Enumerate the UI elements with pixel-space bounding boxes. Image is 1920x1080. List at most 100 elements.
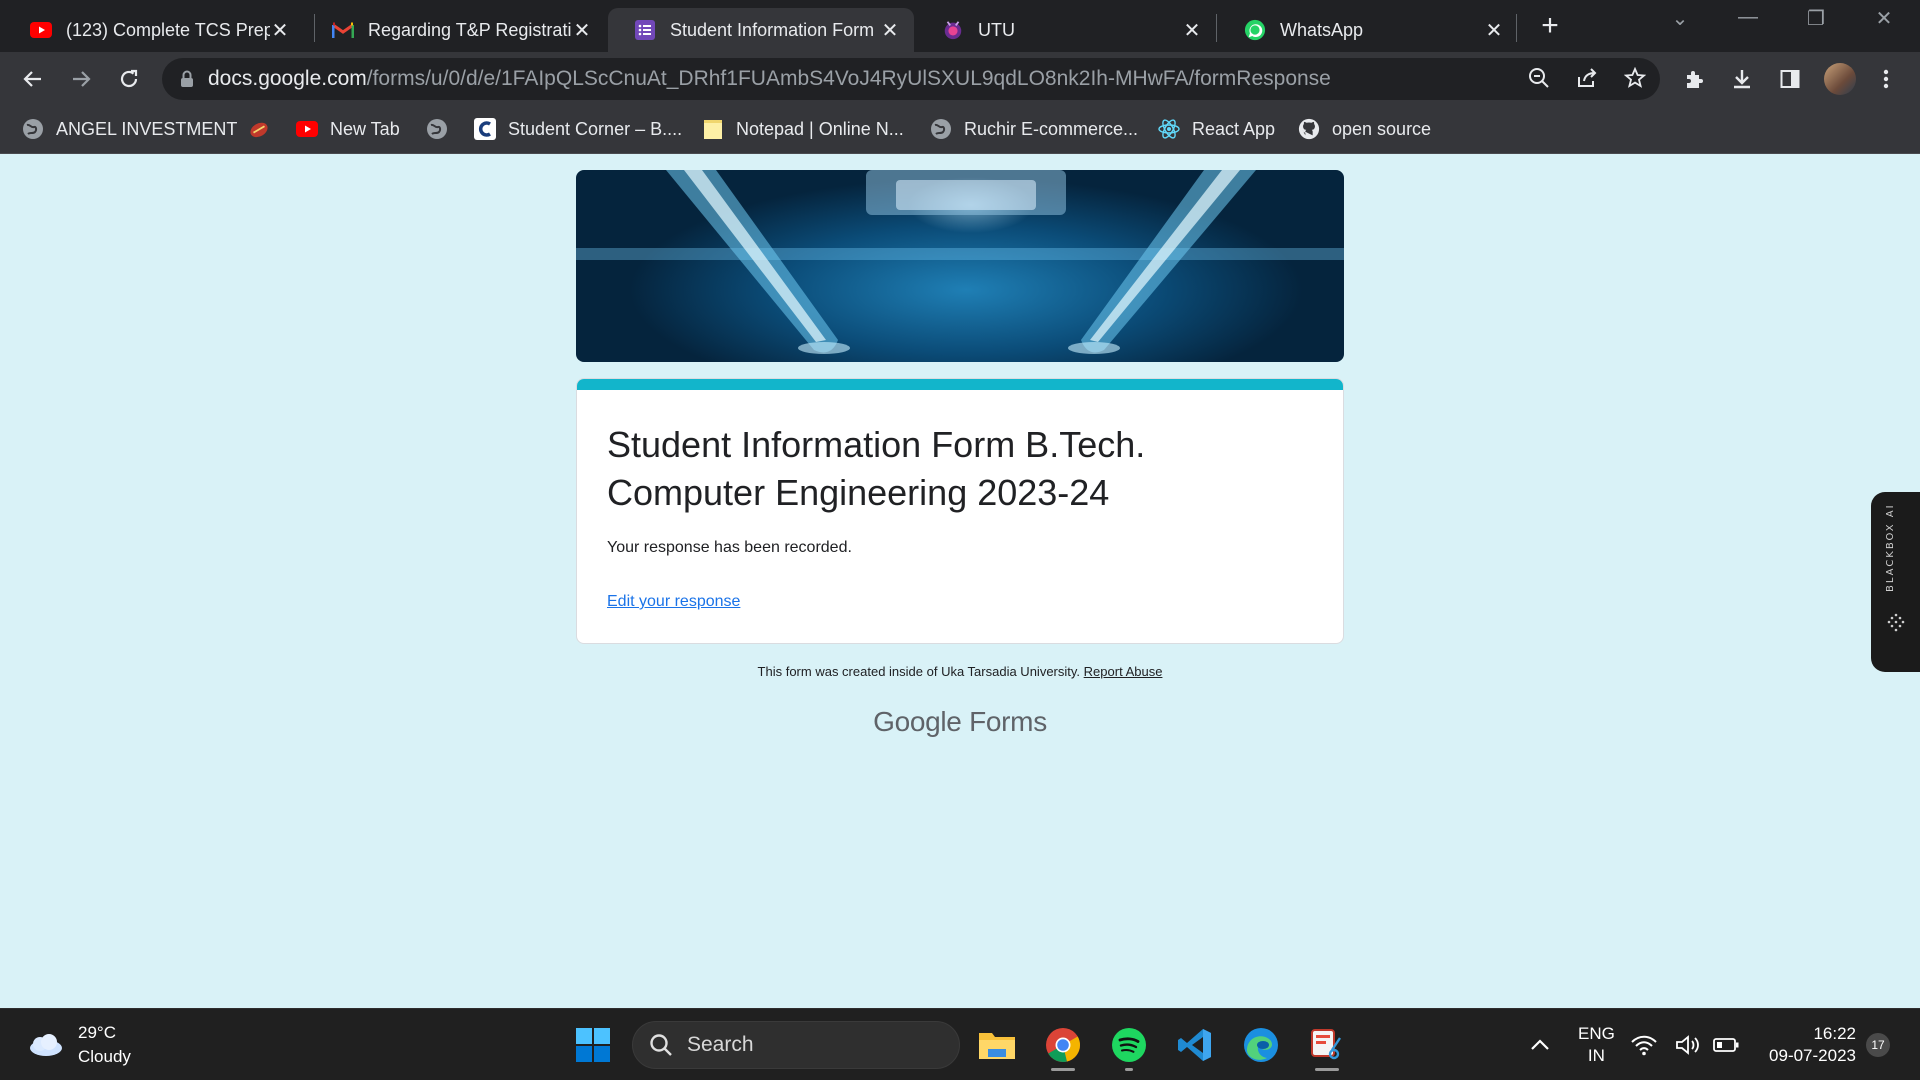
- footer-note-text: This form was created inside of Uka Tars…: [757, 664, 1081, 679]
- back-button[interactable]: [16, 62, 50, 96]
- weather-description: Cloudy: [78, 1047, 131, 1066]
- tab-title: WhatsApp: [1280, 19, 1364, 40]
- bookmark-react-app[interactable]: React App: [1158, 114, 1275, 144]
- minimize-icon[interactable]: —: [1728, 6, 1768, 29]
- search-icon: [650, 1034, 672, 1056]
- chrome-icon[interactable]: [1039, 1021, 1087, 1071]
- notification-count-badge[interactable]: 17: [1866, 1033, 1890, 1057]
- youtube-icon: [296, 118, 318, 140]
- url-text: docs.google.com/forms/u/0/d/e/1FAIpQLScC…: [208, 67, 1331, 91]
- wifi-icon[interactable]: [1628, 1021, 1660, 1069]
- card-accent-bar: [577, 379, 1343, 390]
- side-panel-icon[interactable]: [1776, 65, 1804, 93]
- form-header-image: [576, 170, 1344, 362]
- file-explorer-icon[interactable]: [973, 1021, 1021, 1069]
- google-forms-logo[interactable]: Google Forms: [576, 706, 1344, 738]
- chrome-menu-icon[interactable]: [1872, 65, 1900, 93]
- battery-icon[interactable]: [1710, 1021, 1742, 1069]
- google-wordmark: Google: [873, 706, 962, 737]
- forward-button[interactable]: [64, 62, 98, 96]
- system-clock[interactable]: 16:22 09-07-2023: [1752, 1023, 1856, 1067]
- blackbox-dots-icon: [1887, 613, 1905, 632]
- start-button[interactable]: [569, 1021, 617, 1069]
- volume-icon[interactable]: [1672, 1021, 1704, 1069]
- reload-button[interactable]: [112, 62, 146, 96]
- bookmark-app[interactable]: [248, 114, 282, 144]
- vscode-icon[interactable]: [1171, 1021, 1219, 1069]
- tab-title: Regarding T&P Registration: [368, 19, 572, 40]
- react-icon: [1158, 118, 1180, 140]
- close-tab-icon[interactable]: ✕: [1484, 18, 1504, 43]
- response-confirmation-card: Student Information Form B.Tech. Compute…: [576, 378, 1344, 644]
- bookmark-star-icon[interactable]: [1622, 65, 1648, 91]
- github-icon: [1298, 118, 1320, 140]
- form-footer-note: This form was created inside of Uka Tars…: [576, 664, 1344, 679]
- tab-title: (123) Complete TCS Preparation: [66, 19, 270, 40]
- bookmark-ruchir-ecommerce[interactable]: Ruchir E-commerce...: [930, 114, 1138, 144]
- profile-avatar[interactable]: [1824, 63, 1856, 95]
- close-tab-icon[interactable]: ✕: [572, 18, 592, 43]
- edit-response-link[interactable]: Edit your response: [607, 593, 740, 611]
- globe-icon: [22, 118, 44, 140]
- cloud-icon: [30, 1034, 62, 1056]
- running-indicator: [1051, 1068, 1075, 1071]
- new-tab-button[interactable]: +: [1533, 10, 1567, 44]
- close-window-icon[interactable]: ✕: [1864, 6, 1904, 31]
- bookmarks-bar: ANGEL INVESTMENT New Tab Student Corner …: [0, 104, 1920, 154]
- weather-widget[interactable]: 29°C Cloudy: [26, 1021, 131, 1069]
- tab-title: UTU: [978, 19, 1015, 40]
- tab-divider: [1216, 14, 1217, 42]
- tab-gmail[interactable]: Regarding T&P Registration ✕: [306, 8, 606, 52]
- lock-icon[interactable]: [180, 70, 194, 88]
- bookmark-new-tab[interactable]: New Tab: [296, 114, 400, 144]
- bookmark-label: open source: [1332, 118, 1432, 139]
- spotify-icon[interactable]: [1105, 1021, 1153, 1071]
- bookmark-label: React App: [1192, 118, 1276, 139]
- extensions-icon[interactable]: [1680, 65, 1708, 93]
- url-path: /forms/u/0/d/e/1FAIpQLScCnuAt_DRhf1FUAmb…: [366, 67, 1331, 90]
- back-arrow-icon: [23, 71, 41, 87]
- download-icon[interactable]: [1728, 65, 1756, 93]
- close-tab-icon[interactable]: ✕: [1182, 18, 1202, 43]
- zoom-icon[interactable]: [1526, 65, 1552, 91]
- address-bar[interactable]: docs.google.com/forms/u/0/d/e/1FAIpQLScC…: [162, 58, 1660, 100]
- tab-search-icon[interactable]: ⌄: [1660, 6, 1700, 31]
- tab-title: Student Information Form: [670, 19, 875, 40]
- running-indicator: [1125, 1068, 1133, 1071]
- taskbar-search[interactable]: Search: [632, 1021, 960, 1069]
- bookmark-label: Ruchir E-commerce...: [964, 118, 1139, 139]
- restore-icon[interactable]: ❐: [1796, 6, 1836, 31]
- bookmark-open-source[interactable]: open source: [1298, 114, 1431, 144]
- tab-youtube[interactable]: (123) Complete TCS Preparation ✕: [4, 8, 304, 52]
- tab-whatsapp[interactable]: WhatsApp ✕: [1218, 8, 1518, 52]
- input-language-indicator[interactable]: ENG IN: [1578, 1023, 1615, 1067]
- bookmark-notepad[interactable]: Notepad | Online N...: [702, 114, 904, 144]
- tab-utu[interactable]: UTU ✕: [916, 8, 1216, 52]
- utu-logo-icon: [942, 19, 964, 41]
- reload-icon: [120, 69, 138, 88]
- notepad-icon: [702, 118, 724, 140]
- share-icon[interactable]: [1574, 65, 1600, 91]
- bookmark-angel-investment[interactable]: ANGEL INVESTMENT: [22, 114, 237, 144]
- bookmark-app-icon: [248, 118, 270, 140]
- close-tab-icon[interactable]: ✕: [880, 18, 900, 43]
- gmail-icon: [332, 19, 354, 41]
- edge-icon[interactable]: [1237, 1021, 1285, 1069]
- confirmation-message: Your response has been recorded.: [607, 539, 852, 556]
- close-tab-icon[interactable]: ✕: [270, 18, 290, 43]
- clock-time: 16:22: [1813, 1024, 1856, 1043]
- blackbox-ai-label: BLACKBOX AI: [1885, 503, 1896, 592]
- google-forms-icon: [634, 19, 656, 41]
- tab-student-information-form[interactable]: Student Information Form ✕: [608, 8, 914, 52]
- show-hidden-icons-chevron-icon[interactable]: [1516, 1021, 1564, 1069]
- form-title: Student Information Form B.Tech. Compute…: [607, 424, 1146, 513]
- report-abuse-link[interactable]: Report Abuse: [1084, 664, 1163, 679]
- student-corner-icon: [474, 118, 496, 140]
- running-indicator: [1315, 1068, 1339, 1071]
- bookmark-student-corner[interactable]: Student Corner – B....: [474, 114, 682, 144]
- bookmark-globe[interactable]: [426, 114, 460, 144]
- snipping-tool-icon[interactable]: [1303, 1021, 1351, 1071]
- globe-icon: [930, 118, 952, 140]
- search-placeholder: Search: [687, 1033, 754, 1056]
- blackbox-ai-sidebar-widget[interactable]: BLACKBOX AI: [1871, 492, 1920, 672]
